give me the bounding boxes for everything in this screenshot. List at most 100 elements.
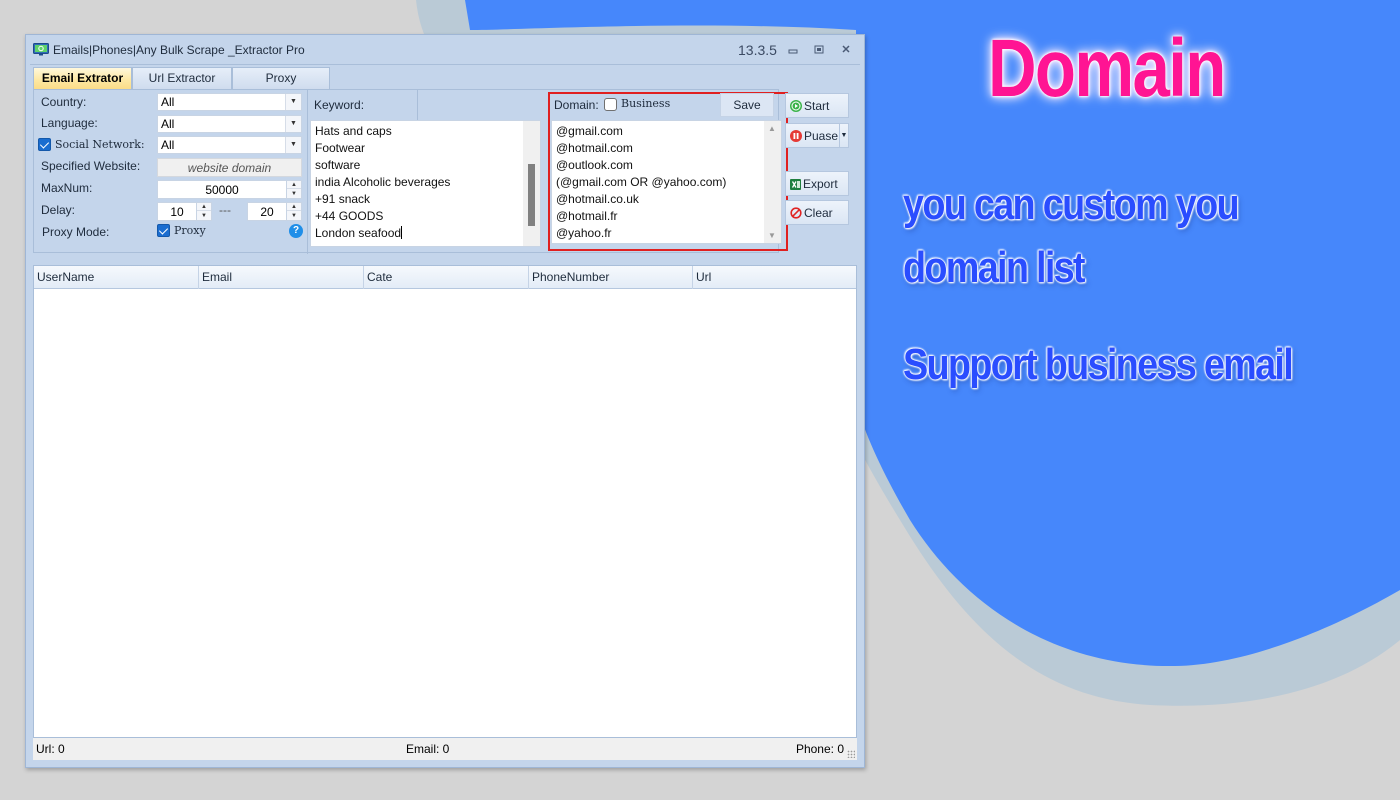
keyword-line: +91 snack bbox=[315, 192, 371, 206]
proxy-checkbox[interactable] bbox=[157, 224, 170, 237]
export-label: Export bbox=[803, 177, 838, 191]
scroll-down-icon[interactable]: ▼ bbox=[768, 231, 776, 240]
domain-line: @yahoo.fr bbox=[556, 226, 612, 240]
divider bbox=[307, 90, 308, 254]
phone-count: Phone: 0 bbox=[795, 742, 844, 756]
social-network-label: Social Network: bbox=[55, 138, 145, 151]
domain-line: @gmail.com bbox=[556, 124, 623, 138]
column-header-email[interactable]: Email bbox=[199, 266, 364, 289]
start-label: Start bbox=[804, 99, 830, 113]
resize-grip[interactable] bbox=[847, 750, 855, 758]
country-select[interactable]: All ▼ bbox=[157, 93, 302, 111]
specified-website-label: Specified Website: bbox=[41, 159, 141, 173]
spin-down-icon[interactable]: ▼ bbox=[197, 212, 211, 220]
delay-min-spinner[interactable]: ▲ ▼ bbox=[196, 202, 212, 221]
maximize-icon bbox=[814, 45, 824, 54]
maxnum-spinner[interactable]: ▲ ▼ bbox=[286, 180, 302, 199]
window-title: Emails|Phones|Any Bulk Scrape _Extractor… bbox=[53, 43, 305, 57]
save-button[interactable]: Save bbox=[720, 93, 774, 117]
language-select[interactable]: All ▼ bbox=[157, 115, 302, 133]
column-header-phone[interactable]: PhoneNumber bbox=[529, 266, 693, 289]
social-network-value: All bbox=[161, 138, 175, 152]
keyword-label: Keyword: bbox=[314, 98, 365, 112]
scrollbar-thumb[interactable] bbox=[528, 164, 535, 226]
domain-line: @outlook.com bbox=[556, 158, 633, 172]
domain-line: @hotmail.co.uk bbox=[556, 192, 639, 206]
delay-max-input[interactable]: 20 bbox=[247, 202, 287, 221]
promo-line-domain-list: domain list bbox=[903, 243, 1086, 292]
export-button[interactable]: Export bbox=[785, 171, 849, 196]
spin-up-icon[interactable]: ▲ bbox=[287, 203, 301, 211]
promo-line-business: Support business email bbox=[903, 340, 1294, 389]
website-domain-button[interactable]: website domain bbox=[157, 158, 302, 177]
app-window: Emails|Phones|Any Bulk Scrape _Extractor… bbox=[25, 34, 865, 768]
chevron-down-icon: ▼ bbox=[285, 116, 301, 132]
email-count: Email: 0 bbox=[406, 742, 450, 756]
chevron-down-icon: ▼ bbox=[285, 137, 301, 153]
keyword-line: Footwear bbox=[315, 141, 366, 155]
keyword-line: software bbox=[315, 158, 361, 172]
promo-line-custom: you can custom you bbox=[903, 180, 1240, 229]
column-header-url[interactable]: Url bbox=[693, 266, 856, 289]
domain-line: @hotmail.com bbox=[556, 141, 633, 155]
close-button[interactable] bbox=[839, 44, 853, 56]
clear-button[interactable]: Clear bbox=[785, 200, 849, 225]
keyword-line: London seafood bbox=[315, 226, 402, 240]
start-button[interactable]: Start bbox=[785, 93, 849, 118]
keyword-scrollbar[interactable] bbox=[523, 121, 540, 246]
play-icon bbox=[790, 100, 802, 112]
domain-scrollbar[interactable]: ▲ ▼ bbox=[764, 121, 781, 243]
results-grid[interactable]: UserName Email Cate PhoneNumber Url bbox=[33, 265, 857, 738]
spin-down-icon[interactable]: ▼ bbox=[287, 212, 301, 220]
spin-up-icon[interactable]: ▲ bbox=[197, 203, 211, 211]
title-divider bbox=[30, 64, 860, 65]
keyword-line: Hats and caps bbox=[315, 124, 392, 138]
minimize-button[interactable] bbox=[786, 44, 800, 56]
delay-max-spinner[interactable]: ▲ ▼ bbox=[286, 202, 302, 221]
business-label: Business bbox=[621, 97, 671, 110]
tab-email-extractor[interactable]: Email Extrator bbox=[33, 67, 132, 89]
prohibited-icon bbox=[790, 207, 802, 219]
title-bar[interactable]: Emails|Phones|Any Bulk Scrape _Extractor… bbox=[26, 35, 864, 65]
pause-dropdown-button[interactable]: ▼ bbox=[839, 123, 849, 148]
country-value: All bbox=[161, 95, 175, 109]
social-network-checkbox[interactable] bbox=[38, 138, 51, 151]
keyword-line: +44 GOODS bbox=[315, 209, 384, 223]
chevron-down-icon: ▼ bbox=[285, 94, 301, 110]
social-network-select[interactable]: All ▼ bbox=[157, 136, 302, 154]
maxnum-input[interactable]: 50000 bbox=[157, 180, 287, 199]
pause-icon bbox=[790, 130, 802, 142]
monitor-icon bbox=[33, 43, 49, 56]
pause-label: Puase bbox=[804, 129, 839, 143]
tab-url-extractor[interactable]: Url Extractor bbox=[132, 67, 232, 89]
version-label: 13.3.5 bbox=[738, 42, 777, 58]
domain-line: @hotmail.fr bbox=[556, 209, 618, 223]
business-checkbox[interactable] bbox=[604, 98, 617, 111]
delay-separator: --- bbox=[219, 203, 231, 217]
excel-icon bbox=[790, 179, 801, 190]
spin-up-icon[interactable]: ▲ bbox=[287, 181, 301, 189]
url-count: Url: 0 bbox=[36, 742, 65, 756]
domain-textarea[interactable]: @gmail.com @hotmail.com @outlook.com (@g… bbox=[551, 120, 782, 244]
settings-panel: Country: All ▼ Language: All ▼ Social Ne… bbox=[33, 89, 788, 254]
clear-label: Clear bbox=[804, 206, 833, 220]
keyword-textarea[interactable]: Hats and caps Footwear software india Al… bbox=[310, 120, 541, 247]
minimize-icon bbox=[788, 49, 798, 54]
scroll-up-icon[interactable]: ▲ bbox=[768, 124, 776, 133]
tab-proxy[interactable]: Proxy bbox=[232, 67, 330, 89]
status-bar: Url: 0 Email: 0 Phone: 0 bbox=[33, 738, 857, 760]
promo-title: Domain bbox=[988, 23, 1226, 114]
column-header-username[interactable]: UserName bbox=[34, 266, 199, 289]
delay-min-input[interactable]: 10 bbox=[157, 202, 197, 221]
help-icon[interactable]: ? bbox=[289, 224, 303, 238]
maximize-button[interactable] bbox=[812, 44, 826, 56]
close-icon bbox=[842, 45, 850, 53]
domain-label: Domain: bbox=[554, 98, 599, 112]
proxy-mode-label: Proxy Mode: bbox=[42, 225, 110, 239]
column-header-cate[interactable]: Cate bbox=[364, 266, 529, 289]
pause-button[interactable]: Puase bbox=[785, 123, 840, 148]
spin-down-icon[interactable]: ▼ bbox=[287, 190, 301, 198]
domain-line: (@gmail.com OR @yahoo.com) bbox=[556, 175, 727, 189]
keyword-line: india Alcoholic beverages bbox=[315, 175, 451, 189]
keyword-line-last: London seafood bbox=[311, 225, 540, 242]
